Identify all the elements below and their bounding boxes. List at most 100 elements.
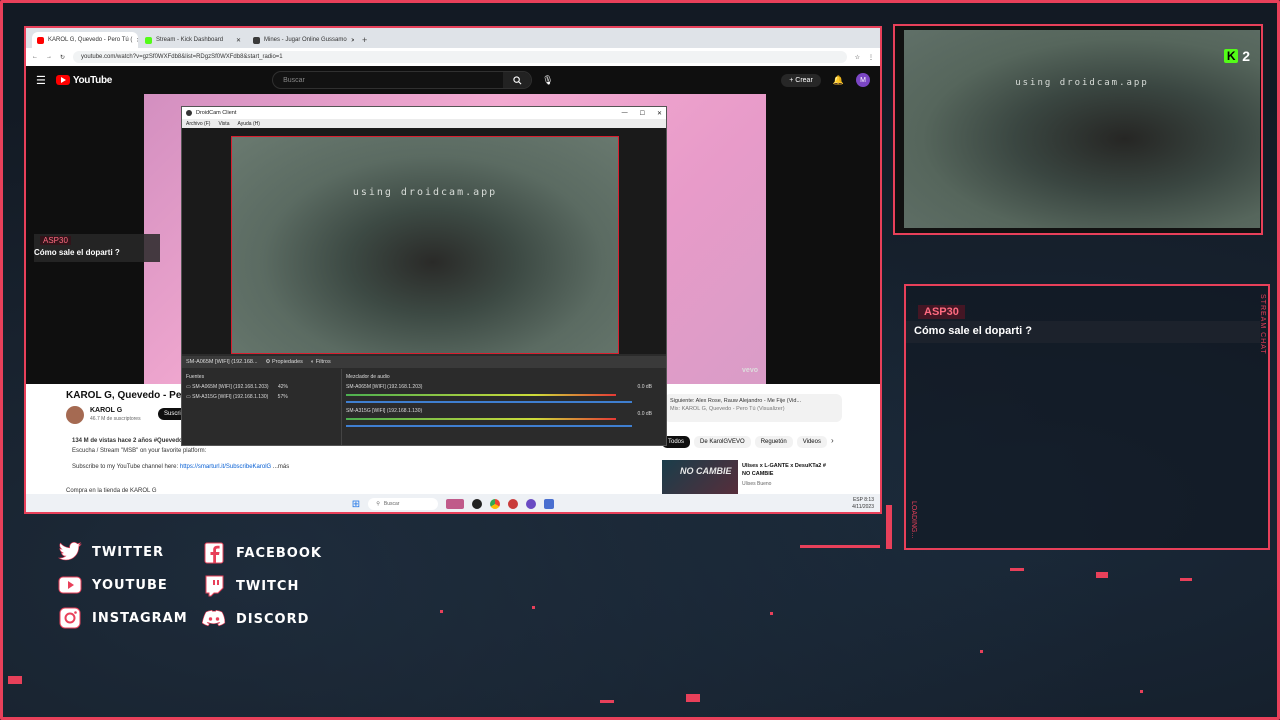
chrome-icon[interactable] xyxy=(490,499,501,509)
browser-tab-mines[interactable]: Mines - Jugar Online Gussamo ✕ xyxy=(248,32,354,48)
social-discord: DISCORD xyxy=(202,609,309,629)
selected-source[interactable]: SM-A065M [WIFI] (192.168... xyxy=(186,359,258,365)
audio-mixer-panel: Mezclador de audio SM-A065M [WIFI] (192.… xyxy=(342,369,666,445)
chip-karolg-vevo[interactable]: De KarolGVEVO xyxy=(694,436,751,448)
source-volume: 57% xyxy=(277,394,288,400)
chip-reggaeton[interactable]: Reguetón xyxy=(754,436,793,448)
notifications-bell-icon[interactable]: 🔔 xyxy=(833,75,844,86)
stream-chat-panel: ASP30 Cómo sale el doparti ? STREAM CHAT… xyxy=(904,284,1270,550)
browser-menu-icon[interactable]: ⋮ xyxy=(868,54,874,61)
deco-line xyxy=(600,700,614,703)
taskbar-app-icon[interactable] xyxy=(526,499,537,509)
reload-icon[interactable]: ↻ xyxy=(60,54,65,61)
create-button[interactable]: + Crear xyxy=(781,73,821,87)
social-twitter: TWITTER xyxy=(58,542,164,562)
close-icon[interactable]: ✕ xyxy=(351,37,354,44)
taskbar-clock[interactable]: ESP 8:13 4/11/2023 xyxy=(852,497,874,511)
search-icon: ⚲ xyxy=(376,501,380,507)
facebook-label: FACEBOOK xyxy=(236,545,322,561)
mixer-channel-name: SM-A065M [WIFI] (192.168.1.203) xyxy=(346,384,423,390)
chat-message-row: Cómo sale el doparti ? xyxy=(906,321,1260,343)
back-icon[interactable]: ← xyxy=(32,54,38,60)
chat-message: Cómo sale el doparti ? xyxy=(914,325,1032,337)
audio-meter xyxy=(346,418,616,420)
channel-avatar[interactable] xyxy=(66,406,84,424)
discord-icon xyxy=(202,609,226,629)
close-icon[interactable]: ✕ xyxy=(236,37,241,44)
droidcam-app-icon xyxy=(186,110,192,116)
droidcam-bottom-panels: Fuentes ▭ SM-A065M [WIFI] (192.168.1.203… xyxy=(182,369,666,445)
taskbar-app-icon[interactable] xyxy=(508,499,519,509)
deco-line xyxy=(800,545,880,548)
droidcam-titlebar: DroidCam Client — ☐ ✕ xyxy=(182,107,666,119)
mixer-db-value: 0.0 dB xyxy=(637,411,652,417)
hamburger-menu-icon[interactable]: ☰ xyxy=(36,74,46,87)
chevron-right-icon[interactable]: › xyxy=(831,436,834,448)
twitch-label: TWITCH xyxy=(236,578,300,594)
close-icon[interactable]: ✕ xyxy=(657,110,662,117)
youtube-search-input[interactable]: Buscar xyxy=(272,71,533,89)
webcam-panel: using droidcam.app K 2 xyxy=(893,24,1263,235)
volume-fader[interactable] xyxy=(346,425,632,427)
description-subscribe-line: Subscribe to my YouTube channel here: ht… xyxy=(72,462,660,472)
microphone-icon[interactable]: 🎙 xyxy=(542,75,553,86)
source-item[interactable]: ▭ SM-A315G [WIFI] (192.168.1.130) 57% xyxy=(186,392,337,402)
mixer-header: Mezclador de audio xyxy=(346,374,390,380)
screen-capture: KAROL G, Quevedo - Pero Tú ( ✕ Stream - … xyxy=(24,26,882,514)
tab-label: KAROL G, Quevedo - Pero Tú ( xyxy=(48,37,133,43)
clock-date: 4/11/2023 xyxy=(852,504,874,510)
forward-icon[interactable]: → xyxy=(46,54,52,60)
deco-line xyxy=(686,694,700,702)
volume-fader[interactable] xyxy=(346,401,632,403)
droidcam-preview-area: using droidcam.app xyxy=(182,128,666,354)
deco-line xyxy=(8,676,22,684)
subscribe-link[interactable]: https://smarturl.it/SubscribeKarolG xyxy=(180,464,271,470)
tab-label: Stream - Kick Dashboard xyxy=(156,37,224,43)
deco-dot xyxy=(770,612,773,615)
kick-logo-icon: K xyxy=(1224,49,1239,63)
browser-tab-youtube[interactable]: KAROL G, Quevedo - Pero Tú ( ✕ xyxy=(32,32,138,48)
obs-icon[interactable] xyxy=(472,499,483,509)
chip-videos[interactable]: Videos xyxy=(796,436,827,448)
menu-ayuda[interactable]: Ayuda (H) xyxy=(237,121,259,127)
windows-start-icon[interactable]: ⊞ xyxy=(352,499,360,510)
url-field[interactable]: youtube.com/watch?v=gzSf0WXFdb8&list=RDg… xyxy=(73,51,847,63)
account-avatar[interactable]: M xyxy=(856,73,870,87)
taskbar-app-icon[interactable] xyxy=(544,499,555,509)
kick-favicon-icon xyxy=(145,36,152,44)
webcam-watermark: using droidcam.app xyxy=(1015,78,1149,88)
thumbnail-text: NO CAMBIE xyxy=(680,466,732,476)
deco-line xyxy=(886,505,892,549)
chat-message: Cómo sale el doparti ? xyxy=(34,248,120,257)
show-more-link[interactable]: ...más xyxy=(273,464,289,470)
taskbar-search[interactable]: ⚲ Buscar xyxy=(368,498,439,510)
minimize-icon[interactable]: — xyxy=(622,110,628,117)
filters-label: Filtros xyxy=(315,359,331,365)
maximize-icon[interactable]: ☐ xyxy=(640,110,645,117)
properties-button[interactable]: ⚙ Propiedades xyxy=(266,359,303,365)
recommended-video-title[interactable]: Ulises x L-GANTE x DesuKTa2 # NO CAMBIE xyxy=(742,462,832,478)
bookmark-star-icon[interactable]: ☆ xyxy=(855,54,860,61)
new-tab-button[interactable]: + xyxy=(356,32,373,48)
up-next-card[interactable]: Siguiente: Alex Rose, Rauw Alejandro - M… xyxy=(664,394,842,422)
youtube-header: ☰ YouTube Buscar 🎙 + Crear 🔔 M xyxy=(26,66,880,94)
search-button[interactable] xyxy=(503,72,532,88)
filters-button[interactable]: ◐ Filtros xyxy=(311,359,331,365)
camera-feed[interactable]: using droidcam.app xyxy=(231,136,619,354)
close-icon[interactable]: ✕ xyxy=(136,37,138,44)
channel-name[interactable]: KAROL G xyxy=(90,407,122,414)
description-text: Subscribe to my YouTube channel here: xyxy=(72,464,179,470)
source-item[interactable]: ▭ SM-A065M [WIFI] (192.168.1.203) 42% xyxy=(186,382,337,392)
vevo-watermark: vevo xyxy=(742,367,758,374)
description-line: Escucha / Stream "MSB" on your favorite … xyxy=(72,448,207,454)
browser-tab-kick[interactable]: Stream - Kick Dashboard ✕ xyxy=(140,32,246,48)
video-chat-overlay: ASP30 Cómo sale el doparti ? xyxy=(34,234,160,262)
menu-vista[interactable]: Vista xyxy=(218,121,229,127)
window-title: DroidCam Client xyxy=(196,110,237,116)
menu-archivo[interactable]: Archivo (F) xyxy=(186,121,210,127)
audio-meter xyxy=(346,394,616,396)
instagram-label: INSTAGRAM xyxy=(92,610,188,626)
deco-dot xyxy=(980,650,983,653)
youtube-logo[interactable]: YouTube xyxy=(55,75,112,86)
taskbar-app-icon[interactable] xyxy=(446,499,465,509)
